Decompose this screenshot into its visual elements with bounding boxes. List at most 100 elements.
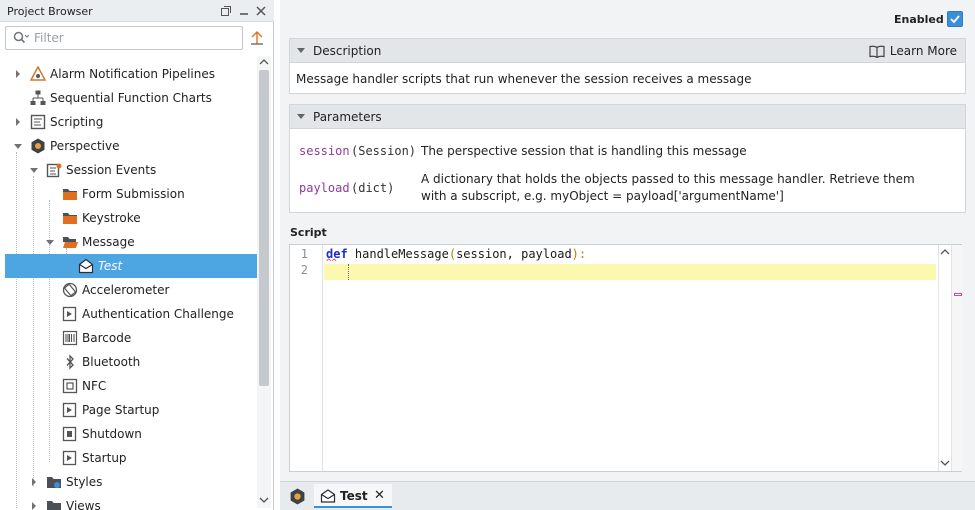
- tree-item-sequential-function-charts[interactable]: Sequential Function Charts: [5, 86, 257, 110]
- description-section: Description Learn More Message handler s…: [289, 38, 966, 94]
- parameters-header[interactable]: Parameters: [290, 105, 965, 129]
- error-strip-marker[interactable]: [954, 293, 962, 296]
- filter-input[interactable]: [32, 29, 237, 47]
- tree-item-test[interactable]: Test: [5, 254, 257, 278]
- error-strip[interactable]: [951, 245, 962, 471]
- folder-icon: [63, 189, 77, 200]
- collapse-arrow-icon[interactable]: [13, 141, 23, 151]
- tree-item-bluetooth[interactable]: Bluetooth: [5, 350, 257, 374]
- message-handler-icon: [320, 489, 336, 503]
- learn-more-link[interactable]: Learn More: [869, 44, 957, 58]
- tree-item-label: Bluetooth: [82, 355, 141, 369]
- syntax-error-marker: ^^: [326, 258, 337, 268]
- barcode-icon: [62, 330, 78, 346]
- tree-scroll-thumb[interactable]: [259, 70, 269, 386]
- scroll-up-icon[interactable]: [259, 58, 269, 66]
- tree-item-nfc[interactable]: NFC: [5, 374, 257, 398]
- project-tree: Alarm Notification Pipelines Sequential …: [0, 56, 257, 510]
- expand-arrow-icon[interactable]: [29, 477, 39, 487]
- enabled-checkbox[interactable]: [947, 11, 963, 27]
- close-tab-icon[interactable]: ✕: [374, 488, 385, 503]
- accelerometer-icon: [62, 282, 78, 298]
- description-header[interactable]: Description Learn More: [290, 39, 965, 63]
- tree-item-shutdown[interactable]: Shutdown: [5, 422, 257, 446]
- tree-item-scripting[interactable]: Scripting: [5, 110, 257, 134]
- tree-item-views[interactable]: Views: [5, 494, 257, 510]
- tree-item-label: Scripting: [50, 115, 104, 129]
- minimize-panel-icon[interactable]: [236, 3, 252, 19]
- tree-item-label: Styles: [66, 475, 103, 489]
- scroll-down-icon[interactable]: [940, 459, 950, 467]
- code-open-paren: (: [448, 247, 457, 261]
- scroll-down-icon[interactable]: [259, 496, 269, 504]
- collapse-arrow-icon[interactable]: [297, 114, 305, 120]
- code-line[interactable]: def handleMessage(session, payload):: [326, 247, 586, 261]
- tree-item-label: Session Events: [66, 163, 157, 177]
- sfc-icon: [30, 90, 46, 105]
- nfc-icon: [62, 378, 78, 394]
- editor-tab-bar: Test ✕: [280, 481, 975, 510]
- tree-item-perspective[interactable]: Perspective: [5, 134, 257, 158]
- collapse-arrow-icon[interactable]: [29, 165, 39, 175]
- script-editor-panel: Enabled Description Learn More Message h…: [280, 0, 975, 510]
- book-icon: [869, 45, 885, 58]
- filter-options-icon[interactable]: [249, 30, 265, 46]
- description-text: Message handler scripts that run wheneve…: [296, 72, 752, 86]
- enabled-label: Enabled: [894, 13, 944, 26]
- styles-icon: [47, 477, 61, 488]
- tree-item-page-startup[interactable]: Page Startup: [5, 398, 257, 422]
- collapse-arrow-icon[interactable]: [297, 48, 305, 54]
- perspective-icon: [31, 138, 45, 154]
- code-close: ):: [571, 247, 587, 261]
- tab-test[interactable]: Test ✕: [314, 484, 392, 508]
- tree-item-session-events[interactable]: Session Events: [5, 158, 257, 182]
- code-editor[interactable]: 1 2 def handleMessage(session, payload):…: [289, 244, 962, 472]
- expand-arrow-icon[interactable]: [29, 501, 39, 510]
- tree-item-keystroke[interactable]: Keystroke: [5, 206, 257, 230]
- folder-icon: [63, 213, 77, 224]
- tree-item-alarm-notification-pipelines[interactable]: Alarm Notification Pipelines: [5, 62, 257, 86]
- tree-item-form-submission[interactable]: Form Submission: [5, 182, 257, 206]
- tree-item-label: Test: [98, 259, 123, 273]
- tree-item-label: Startup: [82, 451, 127, 465]
- tree-item-accelerometer[interactable]: Accelerometer: [5, 278, 257, 302]
- script-event-icon: [62, 450, 77, 466]
- tree-item-startup[interactable]: Startup: [5, 446, 257, 470]
- tree-item-authentication-challenge[interactable]: Authentication Challenge: [5, 302, 257, 326]
- code-scrollbar[interactable]: [938, 245, 950, 471]
- bluetooth-icon: [66, 354, 74, 370]
- tree-item-label: Views: [66, 499, 101, 510]
- project-browser-panel: Project Browser Alarm Notification Pipel…: [0, 0, 274, 510]
- parameters-title: Parameters: [313, 110, 382, 124]
- tree-item-label: Perspective: [50, 139, 120, 153]
- expand-arrow-icon[interactable]: [13, 69, 23, 79]
- tree-item-message[interactable]: Message: [5, 230, 257, 254]
- tree-item-label: Sequential Function Charts: [50, 91, 212, 105]
- current-line-highlight: [324, 264, 936, 280]
- search-icon: [13, 31, 30, 48]
- close-panel-icon[interactable]: [253, 3, 269, 19]
- tab-label: Test: [340, 489, 368, 503]
- scroll-up-icon[interactable]: [940, 248, 950, 256]
- line-number: 1: [300, 247, 308, 261]
- scripting-icon: [30, 114, 46, 130]
- expand-arrow-icon[interactable]: [13, 117, 23, 127]
- tree-item-label: Page Startup: [82, 403, 160, 417]
- text-caret: [348, 264, 349, 280]
- collapse-arrow-icon[interactable]: [45, 237, 55, 247]
- tree-item-barcode[interactable]: Barcode: [5, 326, 257, 350]
- description-title: Description: [313, 44, 382, 58]
- param-desc-session: The perspective session that is handling…: [421, 144, 747, 158]
- restore-panel-icon[interactable]: [218, 3, 234, 19]
- tree-scrollbar[interactable]: [257, 56, 271, 508]
- tree-item-label: Accelerometer: [82, 283, 170, 297]
- perspective-icon[interactable]: [289, 488, 306, 505]
- code-args: session, payload: [456, 247, 572, 261]
- project-browser-title: Project Browser: [7, 5, 93, 18]
- script-label: Script: [290, 226, 327, 239]
- tree-item-label: Shutdown: [82, 427, 142, 441]
- param-name-session: session: [299, 144, 350, 158]
- tree-item-styles[interactable]: Styles: [5, 470, 257, 494]
- param-type-payload: (dict): [351, 181, 395, 195]
- script-event-icon: [62, 426, 77, 442]
